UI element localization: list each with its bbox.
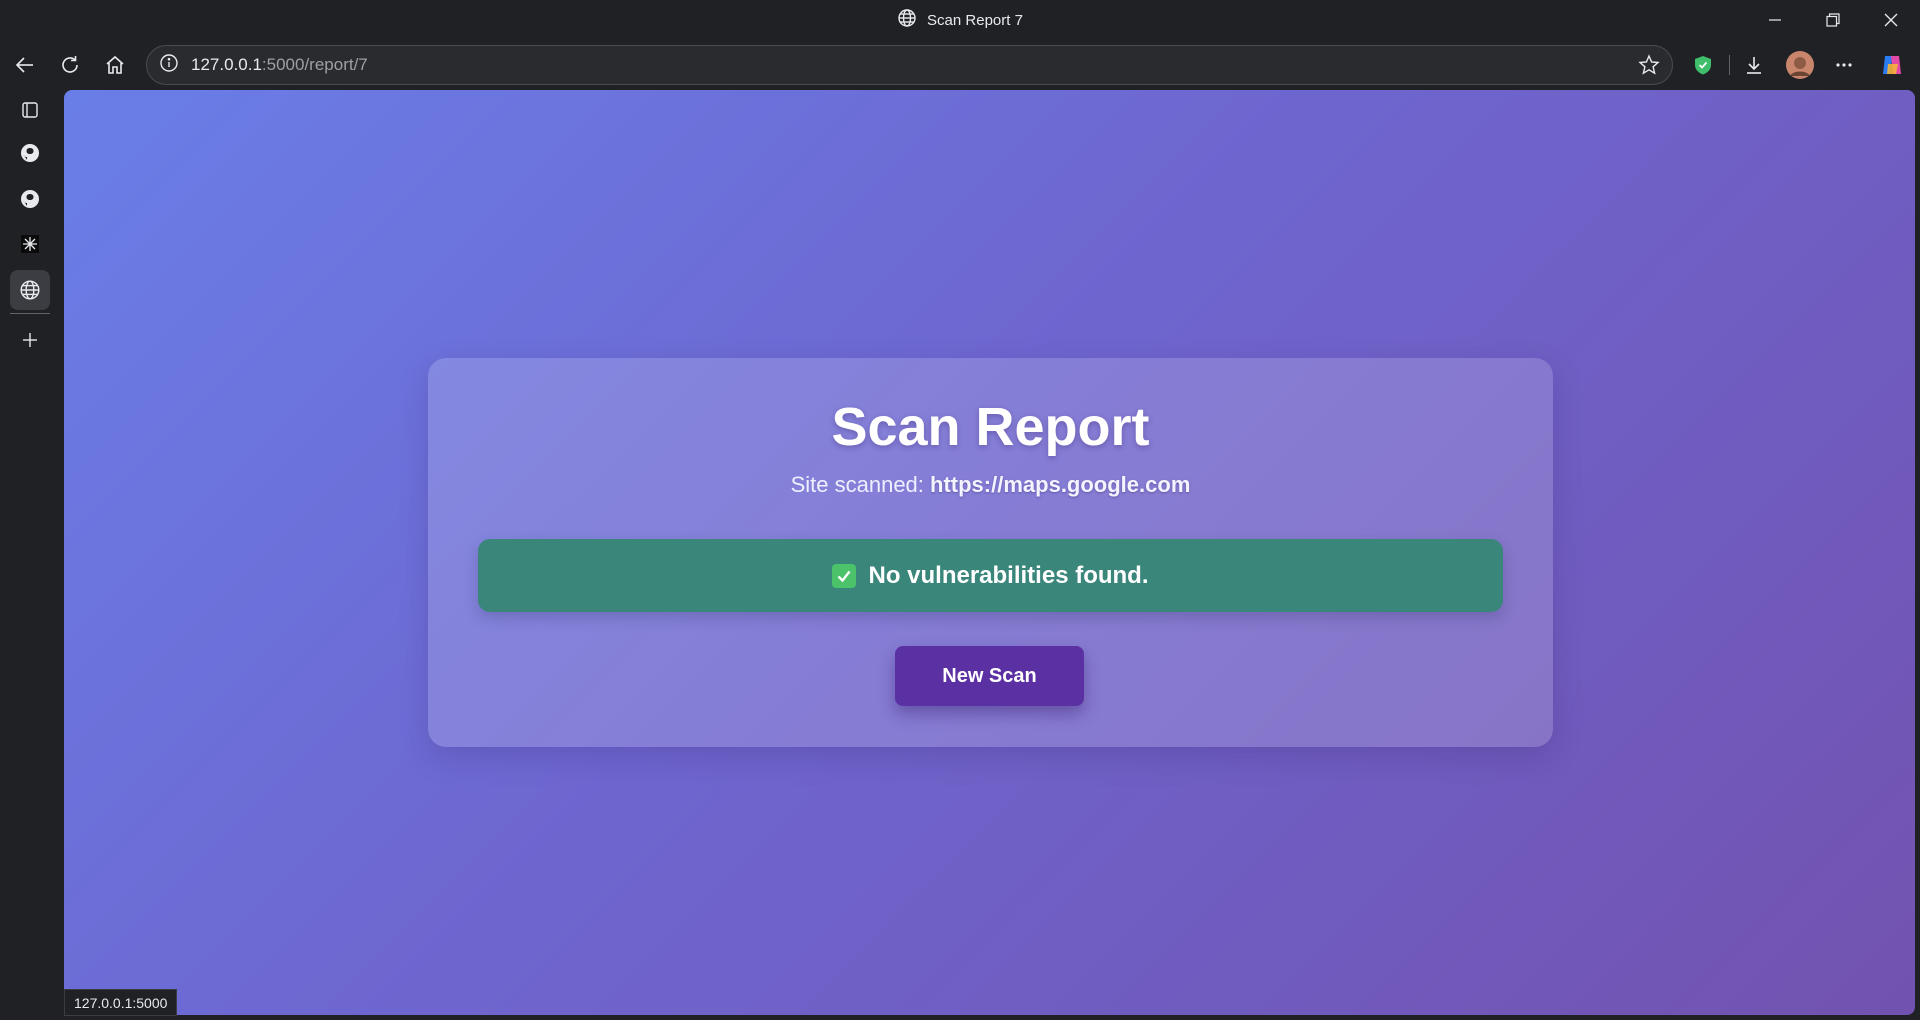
reload-button[interactable] xyxy=(52,47,88,83)
globe-icon xyxy=(20,280,40,300)
sidebar-divider xyxy=(10,313,50,314)
scan-result-text: No vulnerabilities found. xyxy=(868,561,1149,589)
avatar xyxy=(1786,51,1814,79)
minimize-icon xyxy=(1769,19,1781,21)
url-path: :5000/report/7 xyxy=(261,55,368,74)
back-icon xyxy=(15,57,33,73)
minimize-button[interactable] xyxy=(1746,0,1804,40)
copilot-button[interactable] xyxy=(1874,47,1910,83)
scanned-site-url: https://maps.google.com xyxy=(930,472,1191,497)
globe-icon xyxy=(897,8,917,32)
page-viewport: Scan Report Site scanned: https://maps.g… xyxy=(64,90,1915,1015)
site-info-icon[interactable] xyxy=(159,53,179,78)
downloads-button[interactable] xyxy=(1736,47,1772,83)
report-card: Scan Report Site scanned: https://maps.g… xyxy=(428,358,1553,747)
restore-icon xyxy=(1826,13,1840,27)
more-icon xyxy=(1836,63,1852,67)
app-icon xyxy=(21,235,39,253)
copilot-icon xyxy=(1883,56,1901,74)
github-icon xyxy=(21,190,39,208)
page-title: Scan Report xyxy=(831,397,1150,457)
shield-icon xyxy=(1695,56,1711,75)
favorite-star-icon[interactable] xyxy=(1638,54,1660,81)
scan-result-banner: No vulnerabilities found. xyxy=(478,539,1503,612)
url-host: 127.0.0.1 xyxy=(191,55,262,74)
new-scan-button[interactable]: New Scan xyxy=(895,646,1084,706)
toolbar-divider xyxy=(1729,55,1730,75)
github-icon xyxy=(21,144,39,162)
window-title: Scan Report 7 xyxy=(0,0,1920,40)
tab-panel-icon xyxy=(22,102,38,118)
restore-button[interactable] xyxy=(1804,0,1862,40)
tab-title: Scan Report 7 xyxy=(927,11,1023,29)
plus-icon xyxy=(23,333,37,347)
address-bar[interactable]: 127.0.0.1:5000/report/7 xyxy=(146,45,1673,85)
browser-guard-button[interactable] xyxy=(1685,47,1721,83)
more-button[interactable] xyxy=(1826,47,1862,83)
close-icon xyxy=(1884,13,1898,27)
browser-toolbar: 127.0.0.1:5000/report/7 xyxy=(0,40,1920,90)
close-button[interactable] xyxy=(1862,0,1920,40)
check-mark-icon xyxy=(832,563,857,588)
tab-scan-report[interactable] xyxy=(10,270,50,310)
reload-icon xyxy=(62,56,78,73)
site-scanned-label: Site scanned: xyxy=(790,472,924,497)
window-controls xyxy=(1746,0,1920,40)
url-text: 127.0.0.1:5000/report/7 xyxy=(191,55,368,75)
title-bar: Scan Report 7 xyxy=(0,0,1920,40)
new-tab-button[interactable] xyxy=(10,320,50,360)
back-button[interactable] xyxy=(7,47,43,83)
home-button[interactable] xyxy=(97,47,133,83)
status-url-tooltip: 127.0.0.1:5000 xyxy=(64,989,178,1016)
tab-actions-button[interactable] xyxy=(10,90,50,130)
tab-github-2[interactable] xyxy=(10,179,50,219)
download-icon xyxy=(1747,57,1761,74)
tab-github-1[interactable] xyxy=(10,133,50,173)
tab-app[interactable] xyxy=(10,224,50,264)
site-scanned-line: Site scanned: https://maps.google.com xyxy=(428,472,1553,498)
vertical-tab-sidebar xyxy=(0,90,60,1020)
profile-button[interactable] xyxy=(1782,47,1818,83)
home-icon xyxy=(106,55,124,74)
